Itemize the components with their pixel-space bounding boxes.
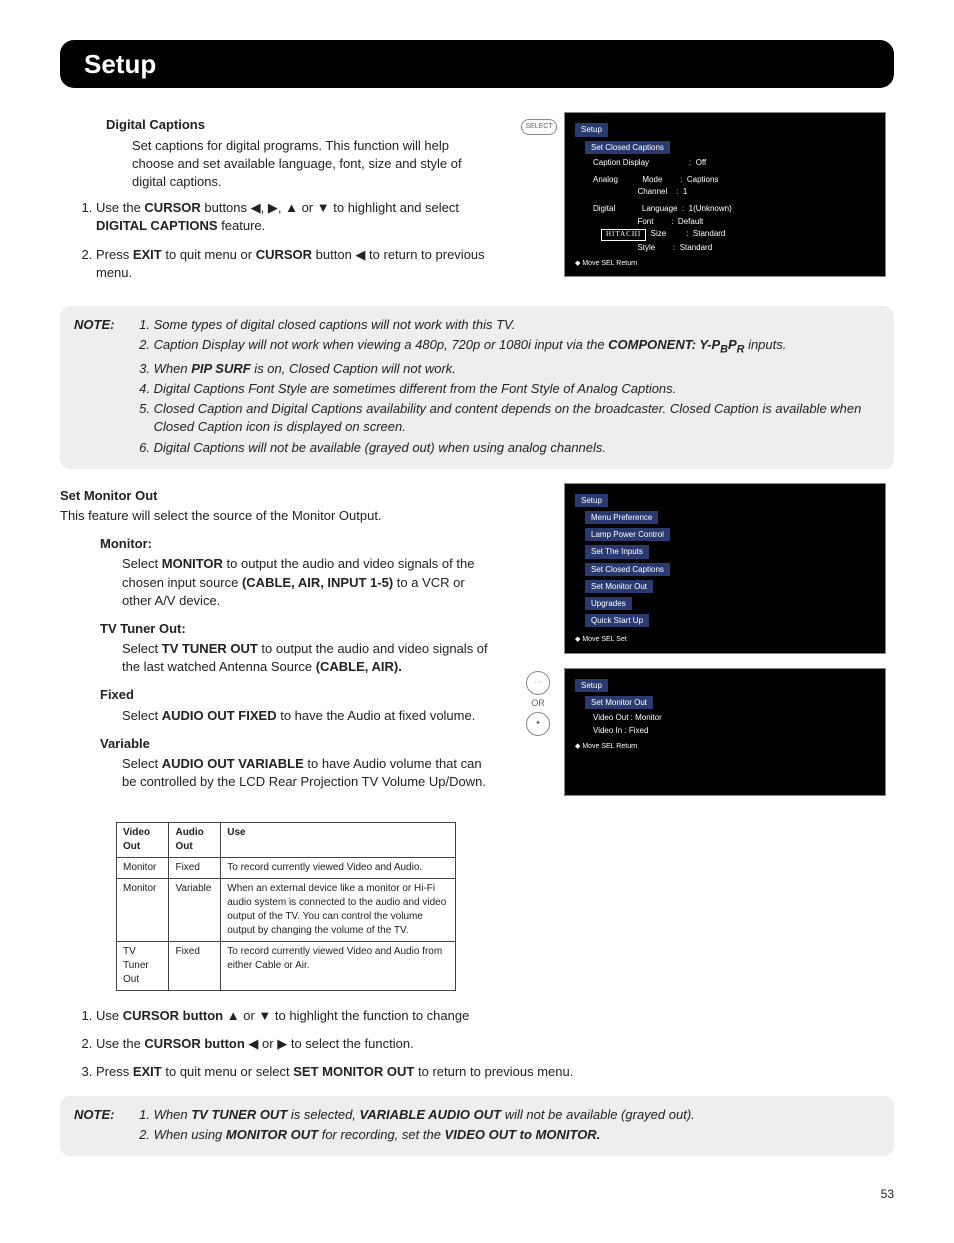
note-item: Some types of digital closed captions wi… xyxy=(154,316,878,334)
monitor-out-table: Video Out Audio Out Use MonitorFixedTo r… xyxy=(116,822,456,991)
note-block-captions: NOTE: Some types of digital closed capti… xyxy=(60,306,894,469)
def-term-fixed: Fixed xyxy=(100,686,494,704)
step-item: Press EXIT to quit menu or select SET MO… xyxy=(96,1063,894,1081)
step-item: Use the CURSOR button ◀ or ▶ to select t… xyxy=(96,1035,894,1053)
table-header: Use xyxy=(221,823,456,858)
def-term-tvtuner: TV Tuner Out: xyxy=(100,620,494,638)
def-body-fixed: Select AUDIO OUT FIXED to have the Audio… xyxy=(122,707,494,725)
step-item: Use CURSOR button ▲ or ▼ to highlight th… xyxy=(96,1007,894,1025)
step-item: Press EXIT to quit menu or CURSOR button… xyxy=(96,246,494,282)
note-item: When TV TUNER OUT is selected, VARIABLE … xyxy=(154,1106,878,1124)
step-item: Use the CURSOR buttons ◀, ▶, ▲ or ▼ to h… xyxy=(96,199,494,235)
text-digital-captions-intro: Set captions for digital programs. This … xyxy=(132,137,494,192)
heading-digital-captions: Digital Captions xyxy=(106,116,494,134)
def-term-variable: Variable xyxy=(100,735,494,753)
up-button-icon: ··· OR ✦ xyxy=(521,669,555,738)
table-row: MonitorVariableWhen an external device l… xyxy=(117,879,456,942)
def-body-monitor: Select MONITOR to output the audio and v… xyxy=(122,555,494,610)
note-item: When using MONITOR OUT for recording, se… xyxy=(154,1126,878,1144)
brand-logo: HITACHI xyxy=(601,229,646,241)
def-term-monitor: Monitor: xyxy=(100,535,494,553)
page-title: Setup xyxy=(60,40,894,88)
osd-setup-menu: Setup Menu Preference Lamp Power Control… xyxy=(564,483,886,654)
note-item: When PIP SURF is on, Closed Caption will… xyxy=(154,360,878,378)
def-body-variable: Select AUDIO OUT VARIABLE to have Audio … xyxy=(122,755,494,791)
note-item: Digital Captions will not be available (… xyxy=(154,439,878,457)
osd-closed-captions: SELECT Setup Set Closed Captions Caption… xyxy=(564,112,886,277)
select-button-icon: SELECT xyxy=(521,117,555,137)
table-header: Video Out xyxy=(117,823,169,858)
table-row: MonitorFixedTo record currently viewed V… xyxy=(117,858,456,879)
table-row: TV Tuner OutFixedTo record currently vie… xyxy=(117,942,456,991)
heading-set-monitor-out: Set Monitor Out xyxy=(60,487,494,505)
osd-set-monitor-out: ··· OR ✦ Setup Set Monitor Out Video Out… xyxy=(564,668,886,796)
page-number: 53 xyxy=(60,1186,894,1203)
note-item: Closed Caption and Digital Captions avai… xyxy=(154,400,878,436)
text-set-monitor-out-intro: This feature will select the source of t… xyxy=(60,507,494,525)
dpad-icon: ✦ xyxy=(526,712,550,736)
note-item: Caption Display will not work when viewi… xyxy=(154,336,878,358)
table-header: Audio Out xyxy=(169,823,221,858)
note-item: Digital Captions Font Style are sometime… xyxy=(154,380,878,398)
def-body-tvtuner: Select TV TUNER OUT to output the audio … xyxy=(122,640,494,676)
note-block-monitor-out: NOTE: When TV TUNER OUT is selected, VAR… xyxy=(60,1096,894,1156)
